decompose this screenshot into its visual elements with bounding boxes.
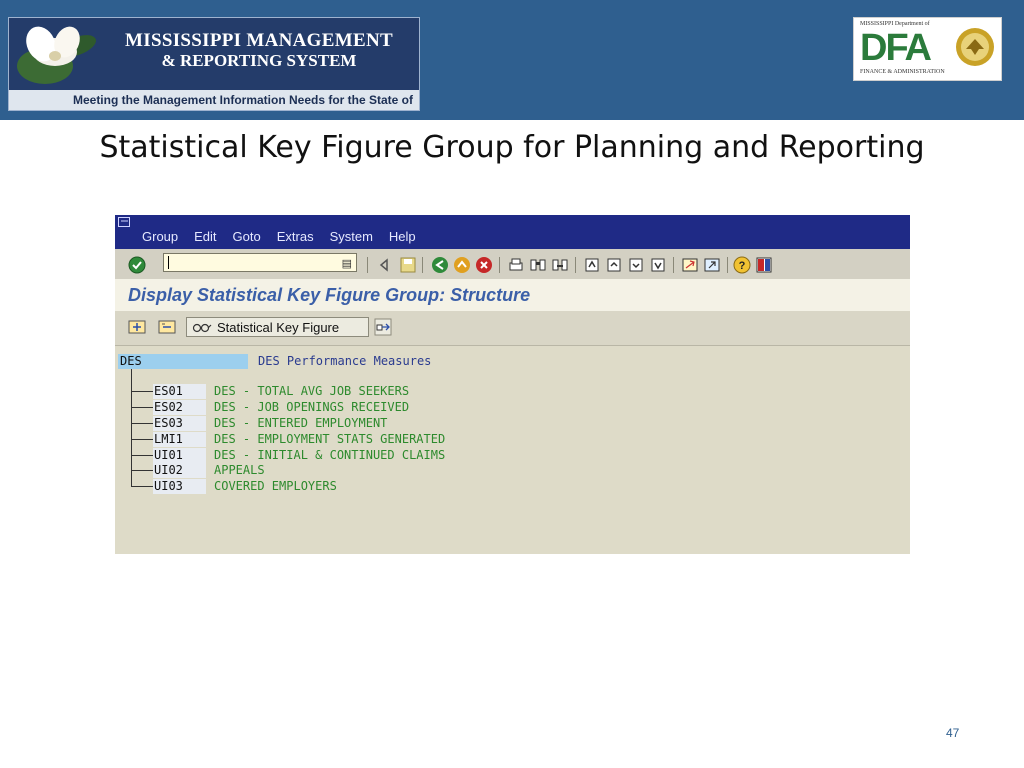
tree-item-code[interactable]: ES01 [153, 384, 206, 399]
cancel-icon[interactable] [475, 256, 493, 274]
dfa-logo: MISSISSIPPI Department of DFA FINANCE & … [853, 17, 1002, 81]
command-field[interactable]: ▤ [163, 253, 357, 272]
menu-goto[interactable]: Goto [233, 229, 261, 244]
expand-subtree-icon[interactable] [128, 318, 146, 336]
menu-group[interactable]: Group [142, 229, 178, 244]
create-session-icon[interactable] [681, 256, 699, 274]
tree-item-code[interactable]: UI01 [153, 448, 206, 463]
back-arrow-icon[interactable] [375, 256, 393, 274]
hierarchy-navigate-icon[interactable] [374, 318, 392, 336]
sap-window: Group Edit Goto Extras System Help ▤ ? D… [115, 215, 910, 554]
tree-root-code[interactable]: DES [118, 354, 248, 369]
svg-text:?: ? [739, 260, 746, 272]
tree-item-description: DES - ENTERED EMPLOYMENT [214, 416, 388, 430]
screen-title: Display Statistical Key Figure Group: St… [128, 285, 531, 305]
application-toolbar: Statistical Key Figure [115, 311, 910, 346]
window-menu-icon[interactable] [118, 217, 130, 227]
tree-item-code[interactable]: ES03 [153, 416, 206, 431]
tree-item-description: DES - INITIAL & CONTINUED CLAIMS [214, 448, 446, 462]
find-next-icon[interactable] [551, 256, 569, 274]
print-icon[interactable] [507, 256, 525, 274]
last-page-icon[interactable] [649, 256, 667, 274]
collapse-subtree-icon[interactable] [158, 318, 176, 336]
state-seal-icon [956, 28, 994, 66]
mmrs-title-line2: & REPORTING SYSTEM [161, 51, 357, 70]
slide-title: Statistical Key Figure Group for Plannin… [99, 130, 925, 165]
group-structure-tree: DES DES Performance Measures ES01 DES - … [115, 346, 910, 554]
exit-icon[interactable] [453, 256, 471, 274]
menu-system[interactable]: System [330, 229, 373, 244]
skf-button-label: Statistical Key Figure [217, 320, 340, 335]
history-dropdown-icon[interactable]: ▤ [342, 257, 352, 270]
mmrs-title-line1: MISSISSIPPI MANAGEMENT [125, 30, 393, 51]
back-icon[interactable] [431, 256, 449, 274]
screen-title-bar: Display Statistical Key Figure Group: St… [115, 279, 910, 311]
magnolia-icon [17, 26, 97, 84]
tree-item-code[interactable]: UI03 [153, 479, 206, 494]
menu-bar: Group Edit Goto Extras System Help [115, 215, 910, 249]
mmrs-tagline: Meeting the Management Information Needs… [9, 90, 419, 110]
page-number: 47 [946, 726, 960, 740]
save-icon[interactable] [399, 256, 417, 274]
tree-item-description: DES - JOB OPENINGS RECEIVED [214, 400, 410, 414]
previous-page-icon[interactable] [605, 256, 623, 274]
dfa-letters: DFA [860, 27, 932, 69]
tree-item-description: APPEALS [214, 463, 265, 477]
first-page-icon[interactable] [583, 256, 601, 274]
tree-item-description: DES - EMPLOYMENT STATS GENERATED [214, 432, 446, 446]
tree-root-description: DES Performance Measures [258, 354, 432, 368]
layout-menu-icon[interactable] [755, 256, 773, 274]
tree-item-code[interactable]: UI02 [153, 463, 206, 478]
next-page-icon[interactable] [627, 256, 645, 274]
statistical-key-figure-button[interactable]: Statistical Key Figure [186, 317, 369, 337]
enter-check-icon[interactable] [128, 256, 146, 274]
menu-edit[interactable]: Edit [194, 229, 216, 244]
tree-item-description: DES - TOTAL AVG JOB SEEKERS [214, 384, 410, 398]
tree-item-code[interactable]: ES02 [153, 400, 206, 415]
find-icon[interactable] [529, 256, 547, 274]
mmrs-logo: MISSISSIPPI MANAGEMENT & REPORTING SYSTE… [8, 17, 420, 111]
tree-item-code[interactable]: LMI1 [153, 432, 206, 447]
key-figure-icon [192, 323, 212, 333]
menu-extras[interactable]: Extras [277, 229, 314, 244]
help-icon[interactable]: ? [733, 256, 751, 274]
dfa-bottom-text: FINANCE & ADMINISTRATION [860, 69, 945, 75]
standard-toolbar: ▤ ? [115, 249, 910, 280]
tree-item-description: COVERED EMPLOYERS [214, 479, 337, 493]
header-band: MISSISSIPPI MANAGEMENT & REPORTING SYSTE… [0, 0, 1024, 120]
menu-help[interactable]: Help [389, 229, 416, 244]
generate-shortcut-icon[interactable] [703, 256, 721, 274]
